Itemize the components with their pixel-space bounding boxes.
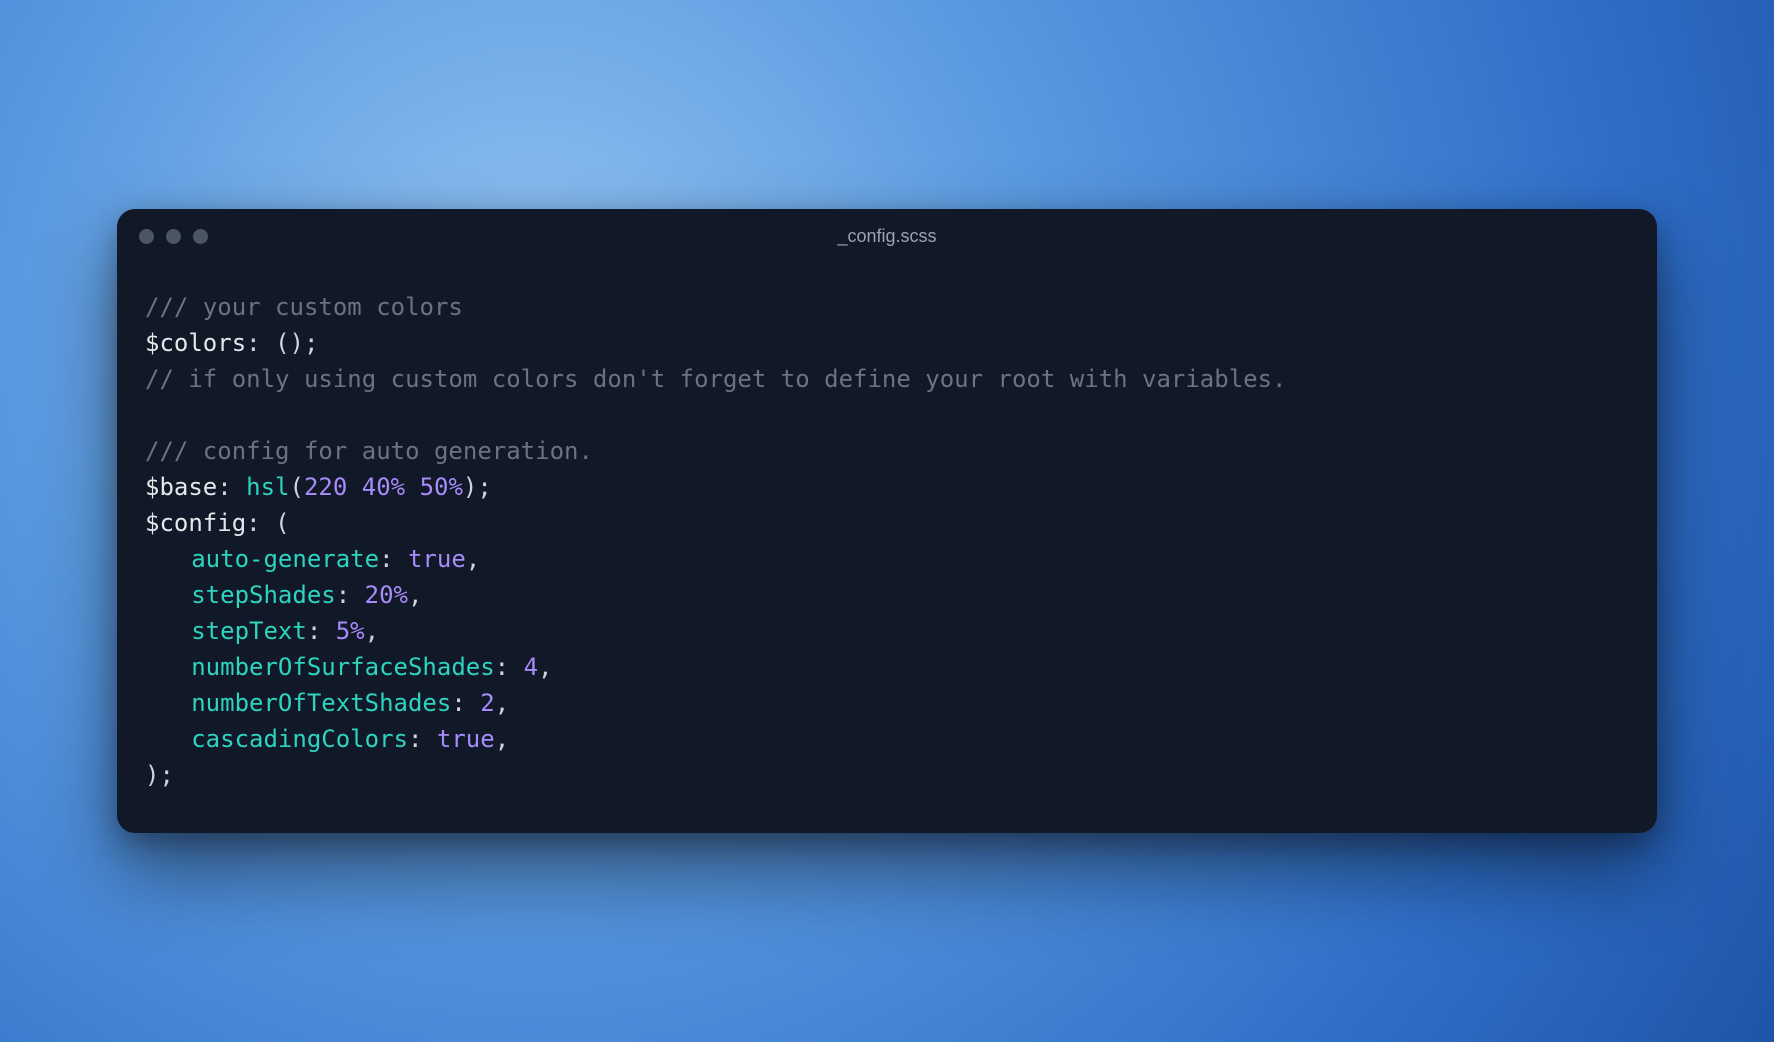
code-variable: $colors: [145, 329, 246, 357]
code-key: auto-generate: [191, 545, 379, 573]
code-comment: /// your custom colors: [145, 293, 463, 321]
code-key: numberOfTextShades: [191, 689, 451, 717]
code-value: true: [408, 545, 466, 573]
code-punct: :: [379, 545, 408, 573]
code-number: 220 40% 50%: [304, 473, 463, 501]
window-controls: [139, 229, 208, 244]
code-punct: ;: [304, 329, 318, 357]
minimize-icon[interactable]: [166, 229, 181, 244]
code-punct: ,: [408, 581, 422, 609]
code-punct: :: [451, 689, 480, 717]
code-punct: (: [290, 473, 304, 501]
code-variable: $config: [145, 509, 246, 537]
code-punct: );: [463, 473, 492, 501]
close-icon[interactable]: [139, 229, 154, 244]
window-title: _config.scss: [837, 226, 936, 247]
code-value: 5%: [336, 617, 365, 645]
code-key: stepText: [191, 617, 307, 645]
code-comment: // if only using custom colors don't for…: [145, 365, 1287, 393]
code-punct: :: [307, 617, 336, 645]
code-key: numberOfSurfaceShades: [191, 653, 494, 681]
code-punct: :: [217, 473, 246, 501]
code-rhs: (): [275, 329, 304, 357]
maximize-icon[interactable]: [193, 229, 208, 244]
code-fn: hsl: [246, 473, 289, 501]
code-punct: ,: [538, 653, 552, 681]
code-key: stepShades: [191, 581, 336, 609]
code-punct: :: [408, 725, 437, 753]
code-value: 20%: [365, 581, 408, 609]
code-punct: ,: [495, 725, 509, 753]
code-variable: $base: [145, 473, 217, 501]
code-value: 4: [524, 653, 538, 681]
code-punct: :: [246, 509, 275, 537]
code-punct: ,: [365, 617, 379, 645]
code-punct: ,: [495, 689, 509, 717]
titlebar: _config.scss: [117, 209, 1657, 263]
code-punct: :: [336, 581, 365, 609]
code-key: cascadingColors: [191, 725, 408, 753]
editor-window: _config.scss /// your custom colors $col…: [117, 209, 1657, 833]
code-punct: ,: [466, 545, 480, 573]
code-punct: );: [145, 761, 174, 789]
code-value: 2: [480, 689, 494, 717]
code-value: true: [437, 725, 495, 753]
code-comment: /// config for auto generation.: [145, 437, 593, 465]
code-punct: :: [246, 329, 275, 357]
code-punct: (: [275, 509, 289, 537]
code-area[interactable]: /// your custom colors $colors: (); // i…: [117, 263, 1657, 833]
code-punct: :: [495, 653, 524, 681]
